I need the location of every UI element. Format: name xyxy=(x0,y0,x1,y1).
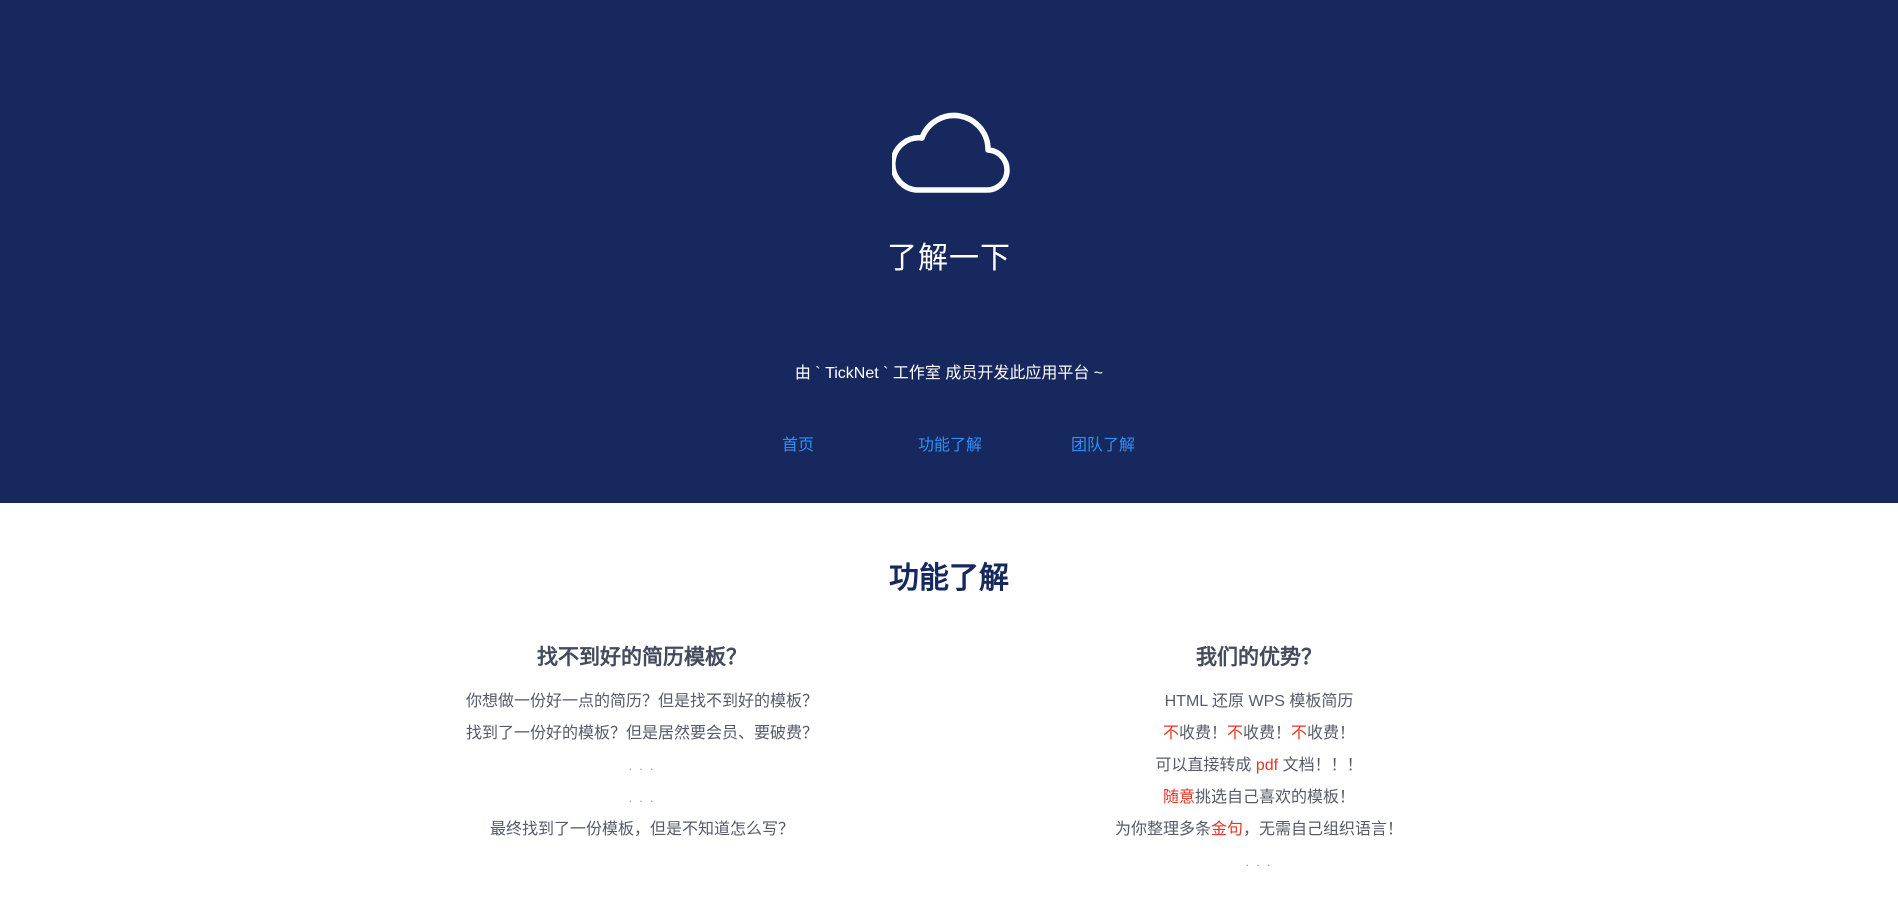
ellipsis: . . . xyxy=(628,759,656,773)
plain-text: 挑选自己喜欢的模板！ xyxy=(1195,789,1356,806)
advantages-column: 我们的优势？ HTML 还原 WPS 模板简历 不收费！不收费！不收费！ 可以直… xyxy=(979,640,1539,878)
plain-text: 收费！ xyxy=(1307,725,1356,742)
advantage-line: 为你整理多条金句，无需自己组织语言！ xyxy=(979,814,1539,846)
plain-text: 可以直接转成 xyxy=(1155,757,1256,774)
problem-line: 找到了一份好的模板？但是居然要会员、要破费？ xyxy=(465,725,818,742)
emphasis-text: 不 xyxy=(1291,725,1308,742)
problem-heading: 找不到好的简历模板？ xyxy=(537,646,747,669)
ellipsis: . . . xyxy=(1245,855,1273,869)
advantages-heading: 我们的优势？ xyxy=(1196,646,1322,669)
plain-text: 文档！！！ xyxy=(1278,757,1363,774)
ellipsis: . . . xyxy=(628,791,656,805)
plain-text: 收费！ xyxy=(1243,725,1292,742)
cloud-icon xyxy=(892,112,1010,193)
plain-text: ，无需自己组织语言！ xyxy=(1243,821,1404,838)
emphasis-text: 金句 xyxy=(1210,821,1243,838)
problem-line: 你想做一份好一点的简历？但是找不到好的模板？ xyxy=(465,693,818,710)
nav-link-home[interactable]: 首页 xyxy=(782,431,814,455)
emphasis-text: pdf xyxy=(1255,757,1279,774)
hero-subtitle: 由 ` TickNet ` 工作室 成员开发此应用平台 ~ xyxy=(794,365,1104,382)
emphasis-text: 随意 xyxy=(1162,789,1195,806)
plain-text: 为你整理多条 xyxy=(1114,821,1211,838)
emphasis-text: 不 xyxy=(1226,725,1243,742)
nav-link-features[interactable]: 功能了解 xyxy=(918,431,982,455)
problem-line: 最终找到了一份模板，但是不知道怎么写？ xyxy=(489,821,794,838)
advantage-line: 随意挑选自己喜欢的模板！ xyxy=(979,782,1539,814)
advantage-line: 不收费！不收费！不收费！ xyxy=(979,718,1539,750)
nav-link-team[interactable]: 团队了解 xyxy=(1071,431,1135,455)
hero-title: 了解一下 xyxy=(887,242,1011,275)
hero-banner: 了解一下 由 ` TickNet ` 工作室 成员开发此应用平台 ~ 首页 功能… xyxy=(0,0,1898,503)
problem-column: 找不到好的简历模板？ 你想做一份好一点的简历？但是找不到好的模板？ 找到了一份好… xyxy=(362,640,922,846)
emphasis-text: 不 xyxy=(1162,725,1179,742)
plain-text: 收费！ xyxy=(1178,725,1227,742)
advantage-line: 可以直接转成 pdf 文档！！！ xyxy=(979,750,1539,782)
section-title: 功能了解 xyxy=(889,562,1009,595)
advantage-line: HTML 还原 WPS 模板简历 xyxy=(1164,693,1354,710)
